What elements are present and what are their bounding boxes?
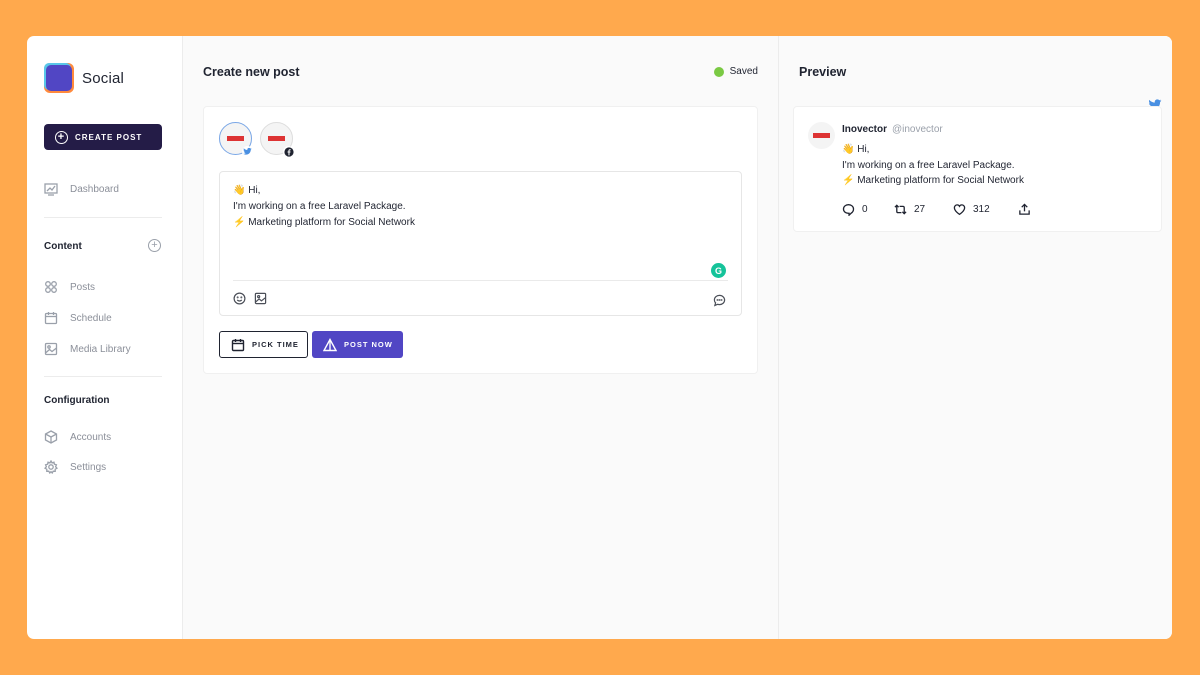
sidebar-item-label: Dashboard — [70, 183, 119, 195]
post-text-line: 👋 Hi, — [233, 185, 261, 196]
twitter-badge-icon — [242, 146, 253, 157]
image-upload-icon[interactable] — [254, 292, 267, 305]
account-avatar-facebook[interactable] — [260, 122, 294, 157]
inovector-logo-icon — [227, 136, 244, 141]
cube-icon — [44, 430, 58, 444]
tweet-text-line: ⚡ Marketing platform for Social Network — [842, 175, 1024, 186]
divider — [44, 217, 162, 218]
pick-time-button[interactable]: PICK TIME — [219, 331, 308, 358]
emoji-icon[interactable] — [233, 292, 246, 305]
sidebar-item-accounts[interactable]: Accounts — [44, 430, 111, 444]
post-now-button[interactable]: POST NOW — [312, 331, 403, 358]
account-avatar-twitter[interactable] — [219, 122, 253, 157]
sidebar-item-posts[interactable]: Posts — [44, 280, 95, 294]
section-title-configuration: Configuration — [44, 395, 110, 406]
post-content-editor[interactable]: 👋 Hi, I'm working on a free Laravel Pack… — [219, 171, 742, 316]
create-post-button[interactable]: + CREATE POST — [44, 124, 162, 150]
create-post-label: CREATE POST — [75, 132, 143, 142]
post-text-line: I'm working on a free Laravel Package. — [233, 201, 406, 212]
tweet-author-handle: @inovector — [892, 124, 943, 135]
pick-time-label: PICK TIME — [252, 340, 299, 349]
inovector-logo-icon — [813, 133, 830, 138]
app-window: Social + CREATE POST Dashboard Content +… — [27, 36, 1172, 639]
avatar — [808, 122, 835, 149]
facebook-badge-icon — [283, 146, 294, 157]
post-text-line: ⚡ Marketing platform for Social Network — [233, 217, 415, 228]
sidebar-item-label: Posts — [70, 281, 96, 293]
reply-count: 0 — [862, 204, 868, 215]
reply-icon — [842, 204, 855, 216]
retweet-action: 27 — [894, 203, 925, 216]
gear-icon — [44, 460, 58, 474]
calendar-icon — [231, 338, 245, 351]
divider — [233, 280, 728, 281]
brand[interactable]: Social — [44, 63, 124, 93]
save-status: Saved — [713, 66, 758, 77]
tweet-author-name: Inovector — [842, 124, 888, 135]
share-icon — [1019, 203, 1030, 215]
grammarly-icon[interactable]: G — [711, 263, 726, 278]
tweet-text-line: I'm working on a free Laravel Package. — [842, 160, 1015, 171]
image-icon — [44, 342, 58, 356]
inovector-logo-icon — [268, 136, 285, 141]
calendar-icon — [44, 312, 58, 325]
comment-icon[interactable] — [713, 294, 726, 307]
save-status-label: Saved — [729, 66, 758, 77]
add-content-icon[interactable]: + — [148, 239, 161, 252]
tweet-text-line: 👋 Hi, — [842, 144, 870, 155]
app-logo — [44, 63, 74, 93]
composer-card: 👋 Hi, I'm working on a free Laravel Pack… — [203, 106, 758, 374]
status-dot-icon — [713, 66, 724, 77]
plus-circle-icon: + — [55, 130, 68, 144]
chart-icon — [44, 183, 58, 196]
sidebar-item-media-library[interactable]: Media Library — [44, 342, 131, 356]
page-title: Create new post — [203, 65, 300, 79]
like-action: 312 — [953, 203, 990, 216]
sidebar-item-schedule[interactable]: Schedule — [44, 311, 112, 325]
like-count: 312 — [973, 204, 990, 215]
sidebar-item-label: Media Library — [70, 343, 131, 355]
retweet-icon — [894, 204, 907, 215]
sidebar-item-label: Accounts — [70, 431, 112, 443]
tweet-preview-card: Inovector @inovector 👋 Hi, I'm working o… — [793, 106, 1162, 232]
reply-action: 0 — [842, 203, 868, 216]
sidebar-item-label: Settings — [70, 461, 107, 473]
share-action — [1018, 203, 1038, 216]
sidebar-item-dashboard[interactable]: Dashboard — [44, 182, 119, 196]
preview-panel: Preview Inovector @inovector 👋 Hi, I'm w… — [779, 36, 1172, 639]
divider — [44, 376, 162, 377]
app-name: Social — [82, 69, 125, 87]
retweet-count: 27 — [914, 204, 926, 215]
editor-panel: Create new post Saved 👋 Hi, I'm working … — [183, 36, 779, 639]
sidebar-item-settings[interactable]: Settings — [44, 460, 106, 474]
grid-icon — [45, 281, 57, 293]
heart-icon — [953, 204, 966, 216]
preview-title: Preview — [799, 65, 847, 79]
post-now-label: POST NOW — [344, 340, 393, 349]
section-title-content: Content — [44, 241, 82, 252]
send-icon — [323, 337, 337, 351]
sidebar: Social + CREATE POST Dashboard Content +… — [27, 36, 183, 639]
sidebar-item-label: Schedule — [70, 312, 112, 324]
